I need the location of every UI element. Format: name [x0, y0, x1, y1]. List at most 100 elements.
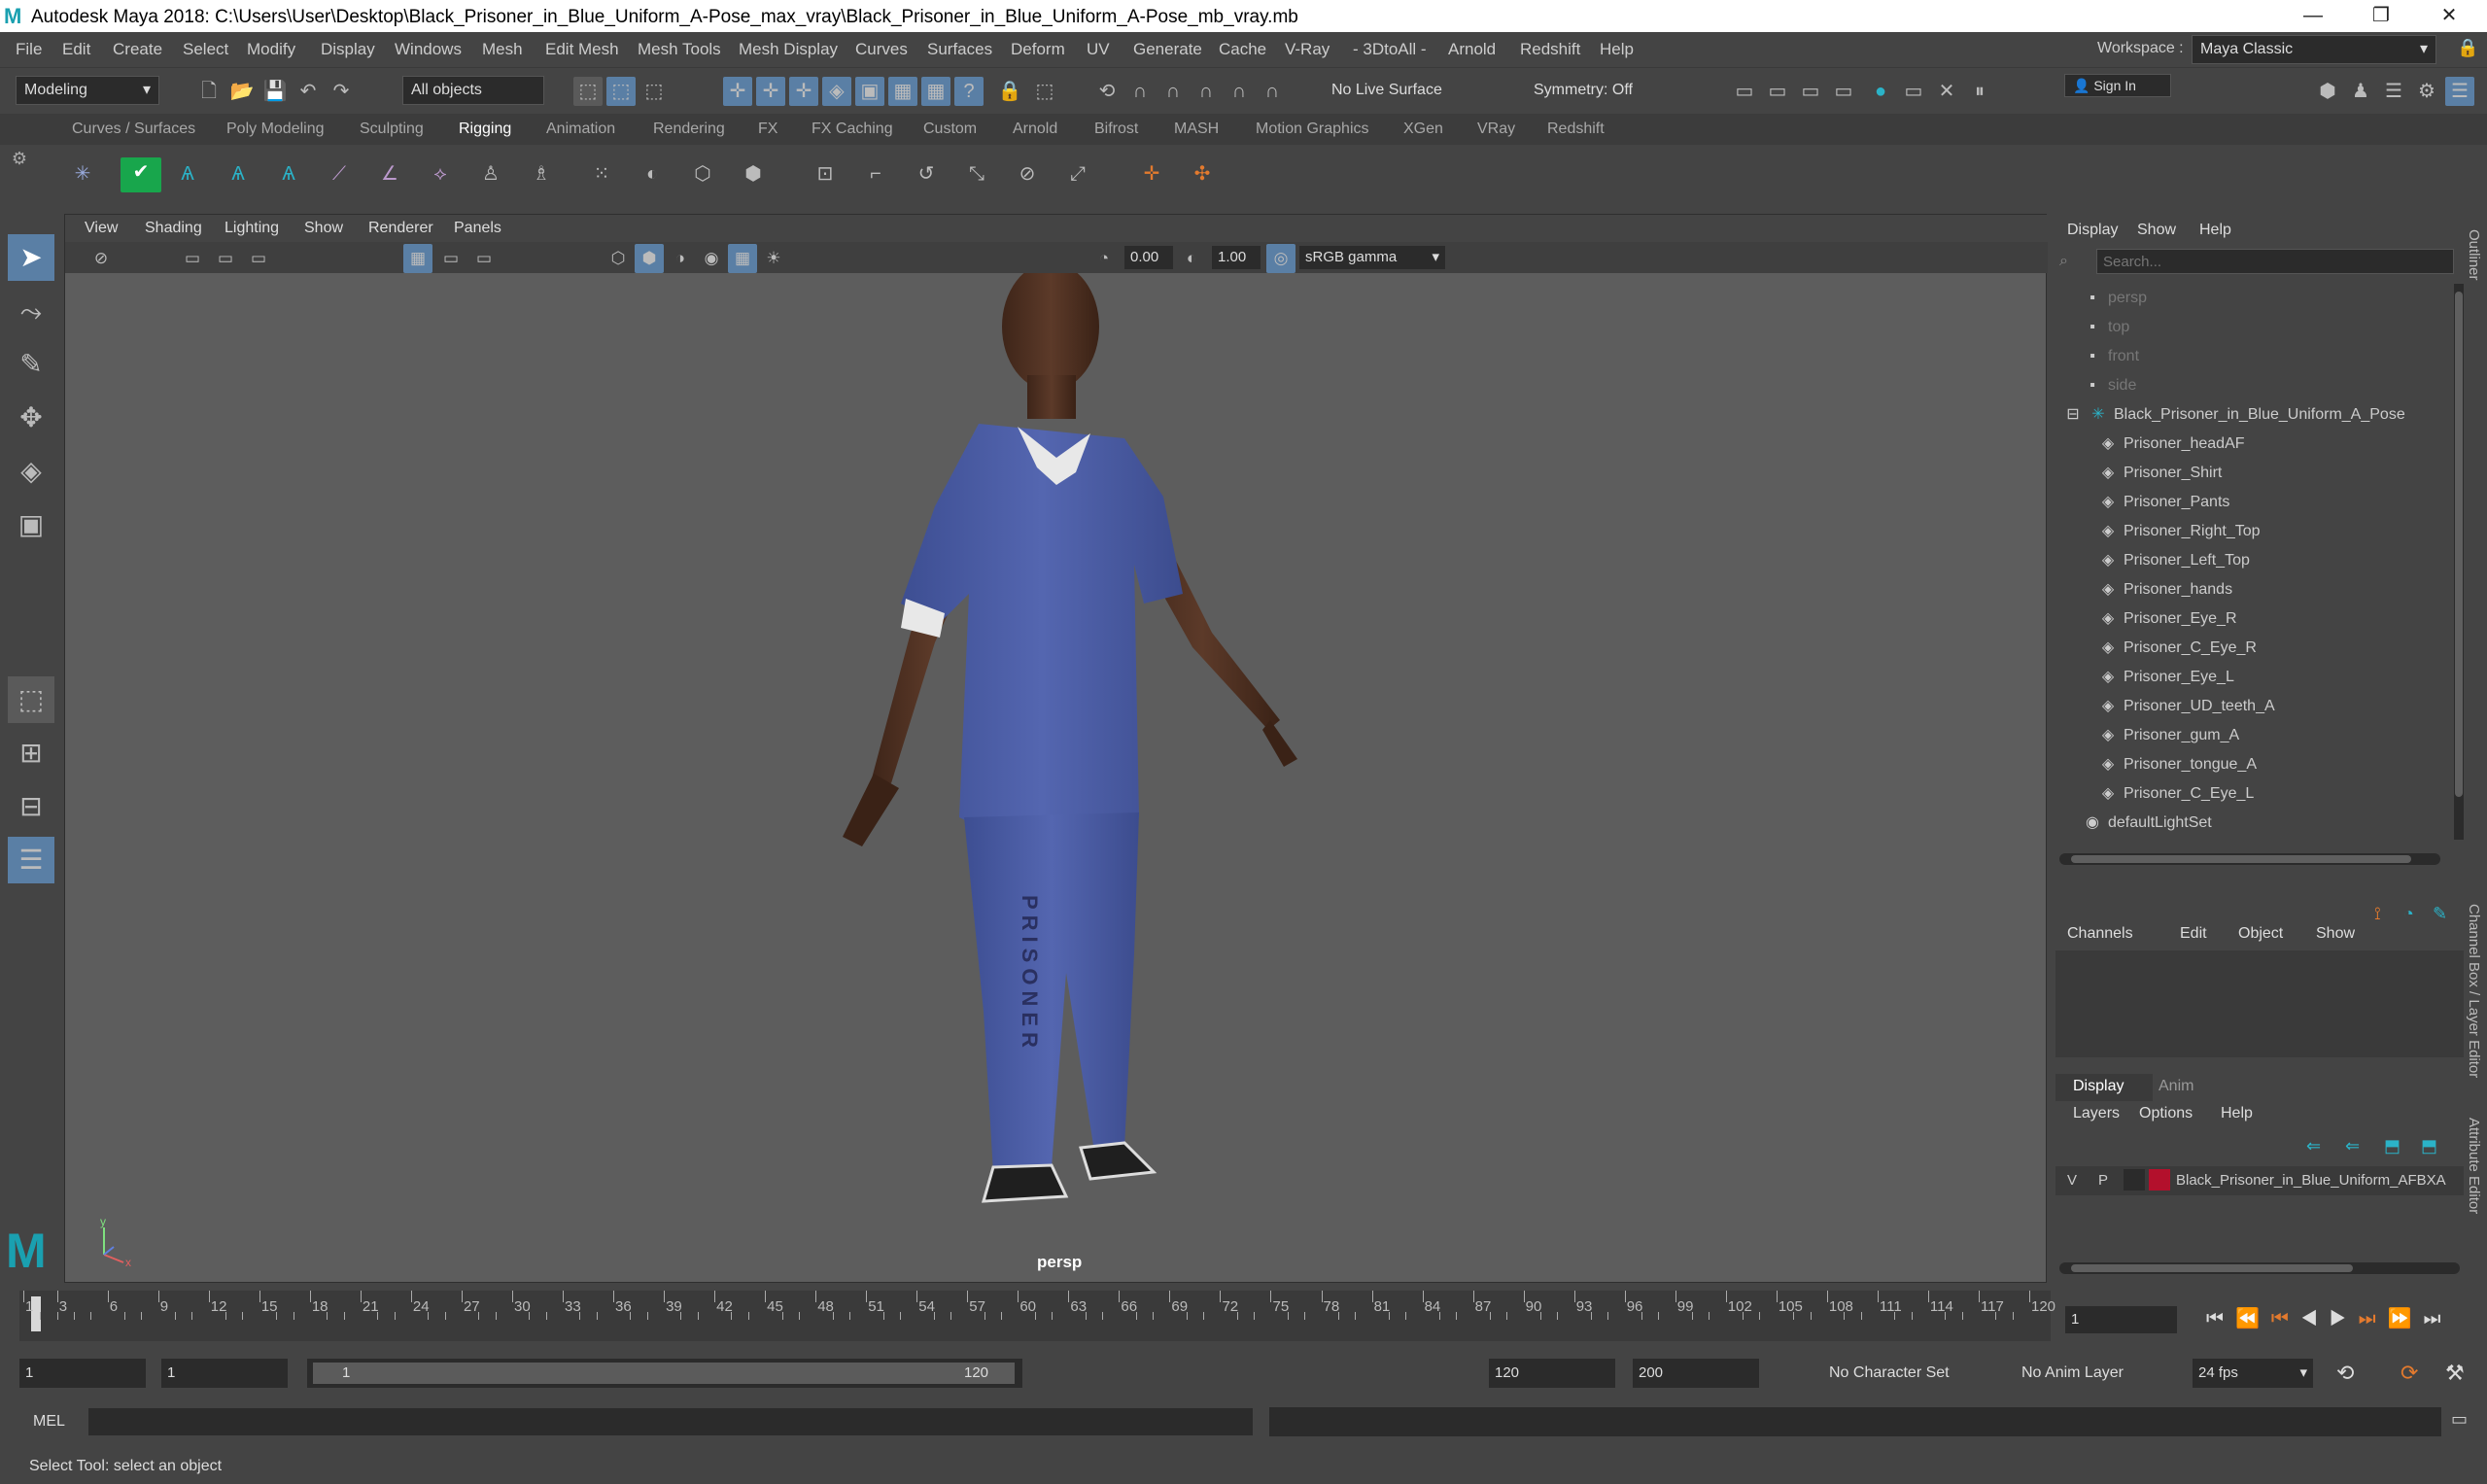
edit-icon[interactable]: ✎ — [2433, 904, 2447, 924]
shadows-icon[interactable]: ☀ — [759, 244, 788, 273]
image-plane-icon[interactable]: ▭ — [244, 244, 273, 273]
lock-selection-icon[interactable]: 🔒 — [995, 77, 1024, 106]
smooth-shade-icon[interactable]: ⬢ — [635, 244, 664, 273]
outliner-item-mesh[interactable]: ◈ Prisoner_Eye_L — [2098, 663, 2452, 692]
script-editor-icon[interactable]: ▭ — [2451, 1409, 2468, 1430]
animation-start-field[interactable]: 1 — [19, 1359, 146, 1388]
layer-horizontal-scrollbar[interactable] — [2059, 1262, 2460, 1274]
camera-attr-icon[interactable]: ▭ — [178, 244, 207, 273]
layer-menu-help[interactable]: Help — [2221, 1105, 2253, 1122]
single-pane-icon[interactable]: ⬚ — [8, 676, 54, 723]
anim-prefs-icon[interactable]: ⚒ — [2445, 1361, 2465, 1386]
channel-box-side-tab[interactable]: Channel Box / Layer Editor — [2466, 904, 2482, 1078]
layer-visibility-toggle[interactable]: V — [2067, 1172, 2077, 1189]
wireframe-on-shaded-icon[interactable]: ◑ — [666, 244, 695, 273]
channel-menu-channels[interactable]: Channels — [2067, 925, 2133, 943]
select-tool-icon[interactable]: ➤ — [8, 234, 54, 281]
render-view-icon[interactable]: ▭ — [1899, 77, 1928, 106]
outliner-horizontal-scrollbar[interactable] — [2059, 853, 2440, 865]
outliner-item-mesh[interactable]: ◈ Prisoner_hands — [2098, 575, 2452, 604]
outliner-item-side[interactable]: ▪ side — [2083, 371, 2452, 400]
menu-help[interactable]: Help — [1600, 40, 1634, 59]
shelf-tab-motion-graphics[interactable]: Motion Graphics — [1256, 121, 1369, 138]
outliner-menu-display[interactable]: Display — [2067, 222, 2118, 239]
character-set-dropdown[interactable]: No Character Set — [1829, 1364, 1950, 1382]
selection-mask-dropdown[interactable]: All objects — [402, 76, 544, 105]
shelf-tab-poly-modeling[interactable]: Poly Modeling — [226, 121, 325, 138]
shelf-tab-vray[interactable]: VRay — [1477, 121, 1515, 138]
undo-icon[interactable]: ↶ — [294, 77, 323, 106]
outliner-item-front[interactable]: ▪ front — [2083, 342, 2452, 371]
select-hierarchy-icon[interactable]: ⬚ — [573, 77, 603, 106]
move-tool-icon[interactable]: ✥ — [8, 395, 54, 441]
move-layer-up-icon[interactable]: ⇐ — [2306, 1136, 2321, 1156]
menu-edit-mesh[interactable]: Edit Mesh — [545, 40, 619, 59]
outliner-item-root-group[interactable]: ⊟ ✳ Black_Prisoner_in_Blue_Uniform_A_Pose — [2063, 400, 2452, 430]
redo-icon[interactable]: ↷ — [327, 77, 356, 106]
skeleton-icon[interactable]: ♙ — [476, 159, 505, 189]
close-button[interactable]: ✕ — [2415, 0, 2483, 32]
outliner-item-mesh[interactable]: ◈ Prisoner_Eye_R — [2098, 604, 2452, 634]
textured-icon[interactable]: ◉ — [697, 244, 726, 273]
menu-generate[interactable]: Generate — [1133, 40, 1202, 59]
outliner-item-mesh[interactable]: ◈ Prisoner_UD_teeth_A — [2098, 692, 2452, 721]
outliner-menu-help[interactable]: Help — [2199, 222, 2231, 239]
joint-tool-icon[interactable]: ✳ — [68, 159, 97, 189]
viewport-panel[interactable]: View Shading Lighting Show Renderer Pane… — [64, 214, 2048, 1283]
layer-tab-anim[interactable]: Anim — [2159, 1078, 2193, 1095]
gamma-field[interactable]: 1.00 — [1212, 246, 1261, 269]
shelf-tab-arnold[interactable]: Arnold — [1013, 121, 1057, 138]
select-component-icon[interactable]: ⬚ — [639, 77, 669, 106]
layer-menu-layers[interactable]: Layers — [2073, 1105, 2120, 1122]
shelf-tab-sculpting[interactable]: Sculpting — [360, 121, 424, 138]
resolution-gate-icon[interactable]: ▭ — [469, 244, 499, 273]
layer-row[interactable]: V P Black_Prisoner_in_Blue_Uniform_AFBXA — [2055, 1166, 2464, 1195]
shelf-tab-rendering[interactable]: Rendering — [653, 121, 725, 138]
menu-file[interactable]: File — [16, 40, 42, 59]
go-to-end-icon[interactable]: ⏭ — [2424, 1308, 2453, 1329]
menu-vray[interactable]: V-Ray — [1285, 40, 1330, 59]
layer-playback-toggle[interactable]: P — [2098, 1172, 2108, 1189]
scrollbar-thumb[interactable] — [2071, 1264, 2353, 1272]
paint-select-icon[interactable]: ✎ — [8, 341, 54, 388]
menu-display[interactable]: Display — [321, 40, 375, 59]
playback-end-field[interactable]: 120 — [1489, 1359, 1615, 1388]
outliner-search-input[interactable] — [2096, 249, 2454, 274]
lattice-icon[interactable]: ⁙ — [587, 159, 616, 189]
scrollbar-thumb[interactable] — [2455, 292, 2463, 797]
snap-live-icon[interactable]: ▦ — [921, 77, 950, 106]
outliner-item-mesh[interactable]: ◈ Prisoner_Right_Top — [2098, 517, 2452, 546]
channel-menu-show[interactable]: Show — [2316, 925, 2355, 943]
menu-select[interactable]: Select — [183, 40, 228, 59]
highlight-icon[interactable]: ⬚ — [1030, 77, 1059, 106]
menu-arnold[interactable]: Arnold — [1448, 40, 1496, 59]
skin-bind-icon[interactable]: ✔ — [121, 157, 161, 192]
auto-key-icon[interactable]: ⟳ — [2401, 1361, 2418, 1386]
shelf-menu-icon[interactable]: ⚙ — [8, 149, 31, 201]
lock-icon[interactable]: 🔒 — [2457, 38, 2478, 58]
layer-color-swatch[interactable] — [2149, 1169, 2170, 1191]
range-slider[interactable]: 1 120 — [307, 1359, 1022, 1388]
menu-redshift[interactable]: Redshift — [1520, 40, 1580, 59]
outliner-item-mesh[interactable]: ◈ Prisoner_Left_Top — [2098, 546, 2452, 575]
playback-start-field[interactable]: 1 — [161, 1359, 288, 1388]
outliner-pane-icon[interactable]: ☰ — [8, 837, 54, 883]
new-layer-selected-icon[interactable]: ⬒ — [2421, 1136, 2437, 1156]
human-ik-icon[interactable]: ♟ — [2346, 77, 2375, 106]
outliner-menu-show[interactable]: Show — [2137, 222, 2176, 239]
minimize-button[interactable]: — — [2279, 0, 2347, 32]
rotate-tool-icon[interactable]: ◈ — [8, 448, 54, 495]
outliner-vertical-scrollbar[interactable] — [2454, 284, 2464, 840]
snap-view-plane-icon[interactable]: ◈ — [822, 77, 851, 106]
shelf-tab-fx[interactable]: FX — [758, 121, 777, 138]
fps-dropdown[interactable]: 24 fps ▾ — [2193, 1359, 2313, 1388]
snap-surface-icon[interactable]: ▣ — [855, 77, 884, 106]
attribute-editor-side-tab[interactable]: Attribute Editor — [2466, 1118, 2482, 1214]
scrollbar-thumb[interactable] — [2071, 855, 2411, 863]
save-scene-icon[interactable]: 💾 — [260, 77, 290, 106]
vp-menu-shading[interactable]: Shading — [145, 220, 202, 237]
anim-layer-dropdown[interactable]: No Anim Layer — [2021, 1364, 2124, 1382]
cluster-icon[interactable]: ◐ — [638, 159, 667, 189]
gamma-icon[interactable]: ◐ — [1177, 244, 1206, 273]
bookmark-icon[interactable]: ▭ — [211, 244, 240, 273]
